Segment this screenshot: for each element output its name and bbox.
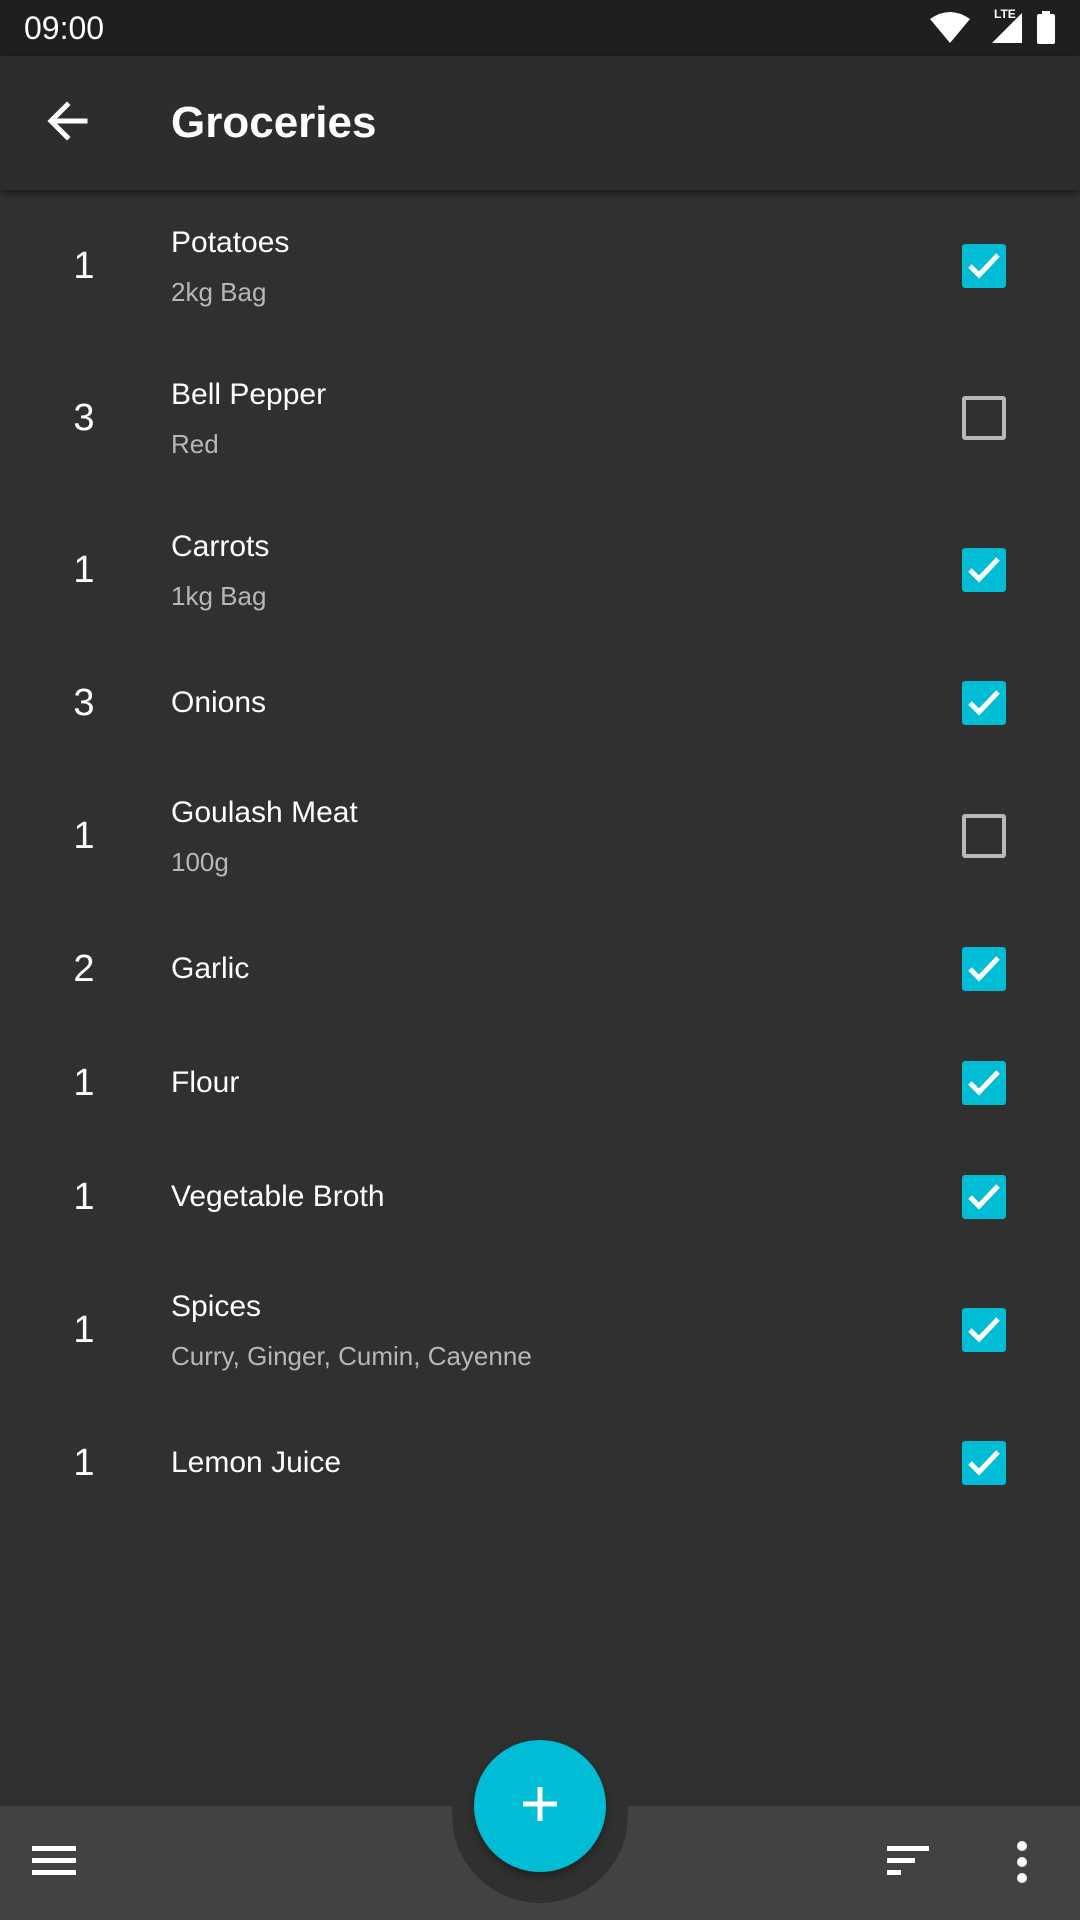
grocery-list: 1 Potatoes 2kg Bag 3 Bell Pepper Red 1 Carrots 1… bbox=[0, 190, 1080, 1520]
checkmark-icon bbox=[968, 557, 1000, 583]
list-item[interactable]: 1 Potatoes 2kg Bag bbox=[0, 190, 1080, 342]
item-checkbox[interactable] bbox=[962, 681, 1006, 725]
item-texts: Vegetable Broth bbox=[171, 1140, 900, 1254]
list-item[interactable]: 2 Garlic bbox=[0, 912, 1080, 1026]
item-texts: Carrots 1kg Bag bbox=[171, 494, 900, 646]
list-item[interactable]: 3 Bell Pepper Red bbox=[0, 342, 1080, 494]
list-item[interactable]: 1 Flour bbox=[0, 1026, 1080, 1140]
item-name: Lemon Juice bbox=[171, 1446, 342, 1479]
back-button[interactable] bbox=[30, 86, 104, 160]
list-item[interactable]: 1 Spices Curry, Ginger, Cumin, Cayenne bbox=[0, 1254, 1080, 1406]
status-time: 09:00 bbox=[24, 9, 105, 46]
checkmark-icon bbox=[968, 1317, 1000, 1343]
item-note: 2kg Bag bbox=[171, 277, 267, 307]
item-texts: Lemon Juice bbox=[171, 1406, 900, 1520]
list-item[interactable]: 1 Lemon Juice bbox=[0, 1406, 1080, 1520]
sort-button[interactable] bbox=[885, 1840, 933, 1884]
more-options-button[interactable] bbox=[1010, 1840, 1034, 1884]
item-quantity: 1 bbox=[73, 1441, 95, 1484]
item-checkbox[interactable] bbox=[962, 548, 1006, 592]
item-quantity: 1 bbox=[73, 814, 95, 857]
sort-icon bbox=[885, 1846, 931, 1884]
checkmark-icon bbox=[968, 1184, 1000, 1210]
plus-icon bbox=[520, 1784, 560, 1829]
item-quantity: 1 bbox=[73, 548, 95, 591]
item-quantity: 3 bbox=[73, 396, 95, 439]
item-checkbox[interactable] bbox=[962, 947, 1006, 991]
app-bar: Groceries bbox=[0, 56, 1080, 190]
checkmark-icon bbox=[968, 1450, 1000, 1476]
item-texts: Goulash Meat 100g bbox=[171, 760, 900, 912]
item-name: Vegetable Broth bbox=[171, 1180, 385, 1213]
item-quantity: 1 bbox=[73, 1308, 95, 1351]
checkmark-icon bbox=[968, 956, 1000, 982]
more-vertical-icon bbox=[1010, 1841, 1034, 1888]
lte-signal-icon: LTE bbox=[982, 7, 1026, 45]
item-texts: Flour bbox=[171, 1026, 900, 1140]
item-name: Potatoes bbox=[171, 226, 290, 259]
item-checkbox[interactable] bbox=[962, 1441, 1006, 1485]
item-checkbox[interactable] bbox=[962, 244, 1006, 288]
hamburger-menu-icon bbox=[30, 1846, 78, 1884]
item-name: Onions bbox=[171, 686, 267, 719]
checkmark-icon bbox=[968, 1070, 1000, 1096]
status-icons: LTE bbox=[928, 7, 1056, 45]
list-item[interactable]: 1 Goulash Meat 100g bbox=[0, 760, 1080, 912]
checkmark-icon bbox=[968, 690, 1000, 716]
item-checkbox[interactable] bbox=[962, 396, 1006, 440]
item-name: Bell Pepper bbox=[171, 378, 327, 411]
item-checkbox[interactable] bbox=[962, 814, 1006, 858]
arrow-left-icon bbox=[45, 99, 89, 148]
item-note: Red bbox=[171, 429, 219, 459]
item-name: Garlic bbox=[171, 952, 250, 985]
add-item-button[interactable] bbox=[474, 1740, 606, 1872]
page-title: Groceries bbox=[171, 98, 377, 147]
lte-label: LTE bbox=[994, 7, 1016, 21]
menu-button[interactable] bbox=[30, 1840, 84, 1884]
item-texts: Spices Curry, Ginger, Cumin, Cayenne bbox=[171, 1254, 900, 1406]
battery-icon bbox=[1036, 11, 1056, 45]
item-note: Curry, Ginger, Cumin, Cayenne bbox=[171, 1341, 532, 1371]
item-checkbox[interactable] bbox=[962, 1308, 1006, 1352]
list-item[interactable]: 1 Vegetable Broth bbox=[0, 1140, 1080, 1254]
item-name: Goulash Meat bbox=[171, 796, 358, 829]
item-texts: Onions bbox=[171, 646, 900, 760]
item-quantity: 1 bbox=[73, 244, 95, 287]
wifi-icon bbox=[928, 11, 972, 45]
item-checkbox[interactable] bbox=[962, 1061, 1006, 1105]
item-note: 1kg Bag bbox=[171, 581, 267, 611]
item-texts: Potatoes 2kg Bag bbox=[171, 190, 900, 342]
item-quantity: 1 bbox=[73, 1061, 95, 1104]
item-name: Spices bbox=[171, 1290, 262, 1323]
item-name: Carrots bbox=[171, 530, 270, 563]
status-bar: 09:00 LTE bbox=[0, 0, 1080, 56]
checkmark-icon bbox=[968, 253, 1000, 279]
list-item[interactable]: 3 Onions bbox=[0, 646, 1080, 760]
item-checkbox[interactable] bbox=[962, 1175, 1006, 1219]
list-item[interactable]: 1 Carrots 1kg Bag bbox=[0, 494, 1080, 646]
item-quantity: 1 bbox=[73, 1175, 95, 1218]
item-quantity: 3 bbox=[73, 681, 95, 724]
item-name: Flour bbox=[171, 1066, 240, 1099]
item-note: 100g bbox=[171, 847, 229, 877]
item-texts: Bell Pepper Red bbox=[171, 342, 900, 494]
item-texts: Garlic bbox=[171, 912, 900, 1026]
item-quantity: 2 bbox=[73, 947, 95, 990]
